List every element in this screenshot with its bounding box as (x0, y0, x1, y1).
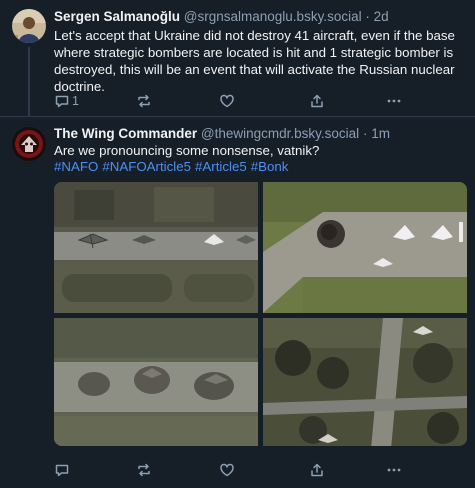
reply-button[interactable] (54, 461, 72, 479)
reply-icon (55, 95, 69, 108)
post-wing-commander[interactable]: The Wing Commander @thewingcmdr.bsky.soc… (0, 116, 475, 488)
satellite-image-3[interactable] (54, 318, 258, 446)
more-icon (387, 99, 401, 103)
post-time[interactable]: 1m (371, 126, 390, 141)
satellite-image-2[interactable] (263, 182, 467, 313)
reply-button[interactable]: 1 (54, 92, 79, 110)
like-icon (220, 94, 234, 108)
more-button[interactable] (386, 461, 402, 479)
avatar[interactable] (12, 9, 46, 43)
reply-count: 1 (72, 94, 79, 108)
reply-icon (55, 464, 69, 477)
action-bar: 1 (54, 92, 414, 110)
hashtag-link[interactable]: #Article5 (195, 159, 247, 174)
hashtag-link[interactable]: #Bonk (251, 159, 289, 174)
share-icon (311, 463, 323, 477)
post-sergen[interactable]: Sergen Salmanoğlu @srgnsalmanoglu.bsky.s… (0, 0, 475, 116)
hashtag-link[interactable]: #NAFOArticle5 (102, 159, 191, 174)
author-handle[interactable]: @srgnsalmanoglu.bsky.social (184, 9, 362, 24)
author-name[interactable]: The Wing Commander (54, 126, 197, 141)
thread-line (28, 47, 30, 116)
post-text: Are we pronouncing some nonsense, vatnik… (54, 143, 320, 158)
satellite-image-4[interactable] (263, 318, 467, 446)
like-icon (220, 463, 234, 477)
separator: · (365, 9, 370, 24)
post-header: The Wing Commander @thewingcmdr.bsky.soc… (54, 126, 390, 141)
more-button[interactable] (386, 92, 402, 110)
author-name[interactable]: Sergen Salmanoğlu (54, 9, 180, 24)
like-button[interactable] (219, 92, 235, 110)
post-time[interactable]: 2d (374, 9, 389, 24)
action-bar (54, 461, 414, 479)
repost-icon (138, 463, 150, 477)
satellite-image-1[interactable] (54, 182, 258, 313)
post-text: Let's accept that Ukraine did not destro… (54, 28, 455, 94)
share-button[interactable] (309, 92, 325, 110)
image-grid (54, 182, 467, 446)
avatar-image (12, 127, 46, 161)
avatar-image (12, 9, 46, 43)
repost-icon (138, 94, 150, 108)
repost-button[interactable] (136, 461, 152, 479)
like-button[interactable] (219, 461, 235, 479)
post-header: Sergen Salmanoğlu @srgnsalmanoglu.bsky.s… (54, 9, 389, 24)
author-handle[interactable]: @thewingcmdr.bsky.social (201, 126, 359, 141)
more-icon (387, 468, 401, 472)
share-icon (311, 94, 323, 108)
hashtags: #NAFO #NAFOArticle5 #Article5 #Bonk (54, 159, 292, 174)
separator: · (362, 126, 368, 141)
repost-button[interactable] (136, 92, 152, 110)
hashtag-link[interactable]: #NAFO (54, 159, 98, 174)
avatar[interactable] (12, 127, 46, 161)
share-button[interactable] (309, 461, 325, 479)
